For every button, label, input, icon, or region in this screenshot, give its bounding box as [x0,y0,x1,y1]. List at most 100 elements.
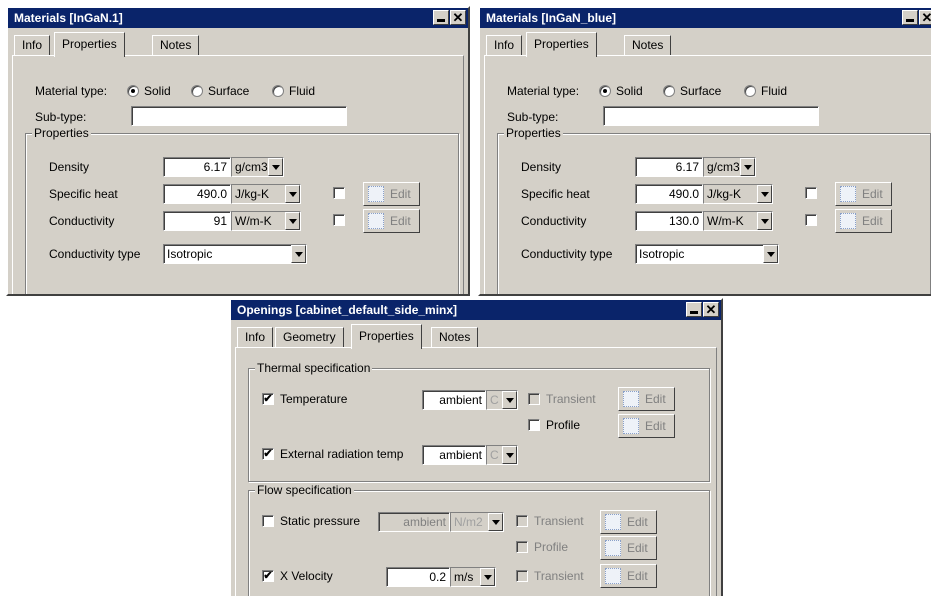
conductivity-input[interactable]: 91 [163,211,231,231]
chevron-down-icon[interactable] [480,568,495,586]
chevron-down-icon[interactable] [291,245,306,263]
specific-heat-unit-select[interactable]: J/kg-K [231,184,301,204]
conductivity-label: Conductivity [49,214,115,228]
conductivity-unit-select[interactable]: W/m-K [231,211,301,231]
ext-rad-unit: C [490,448,499,462]
conductivity-edit-button[interactable]: Edit [835,209,892,233]
subtype-input[interactable] [131,106,347,126]
radio-surface[interactable] [663,85,675,97]
temperature-profile-edit-button[interactable]: Edit [618,414,675,438]
temperature-transient-edit-button[interactable]: Edit [618,387,675,411]
tab-properties[interactable]: Properties [526,32,597,57]
close-icon[interactable]: ✕ [450,10,466,25]
temperature-transient-checkbox[interactable] [528,393,540,405]
materials-window-ingan-blue: Materials [InGaN_blue] ✕ Info Properties… [478,6,931,296]
ext-rad-checkbox[interactable]: ✔ [262,448,274,460]
static-pressure-profile-edit-button[interactable]: Edit [600,536,657,560]
title-bar[interactable]: Materials [InGaN_blue] ✕ [480,8,931,28]
close-icon[interactable]: ✕ [919,10,931,25]
close-icon[interactable]: ✕ [703,302,719,317]
minimize-icon[interactable] [433,10,449,25]
static-pressure-transient-edit-button[interactable]: Edit [600,510,657,534]
chevron-down-icon[interactable] [268,158,283,176]
chevron-down-icon[interactable] [502,391,517,409]
conductivity-edit-button[interactable]: Edit [363,209,420,233]
tab-notes[interactable]: Notes [152,35,200,56]
chevron-down-icon[interactable] [740,158,755,176]
density-unit-select[interactable]: g/cm3 [703,157,756,177]
radio-solid[interactable] [599,85,611,97]
tab-info[interactable]: Info [237,327,274,348]
density-unit-select[interactable]: g/cm3 [231,157,284,177]
chevron-down-icon[interactable] [502,446,517,464]
temperature-unit-select[interactable]: C [486,390,518,410]
title-bar[interactable]: Openings [cabinet_default_side_minx] ✕ [231,300,721,320]
xvelocity-input[interactable]: 0.2 [386,567,450,587]
properties-panel: Material type: Solid Surface Fluid Sub-t… [484,55,931,294]
xvelocity-transient-checkbox[interactable] [516,570,528,582]
static-pressure-input[interactable]: ambient [378,512,450,532]
xvelocity-checkbox[interactable]: ✔ [262,570,274,582]
conductivity-type-value: Isotropic [639,247,685,261]
static-pressure-transient-checkbox[interactable] [516,515,528,527]
tab-info[interactable]: Info [486,35,523,56]
specific-heat-edit-button[interactable]: Edit [835,182,892,206]
radio-fluid[interactable] [272,85,284,97]
title-bar[interactable]: Materials [InGaN.1] ✕ [8,8,468,28]
radio-surface[interactable] [191,85,203,97]
static-pressure-checkbox[interactable] [262,515,274,527]
static-pressure-unit-select[interactable]: N/m2 [450,512,504,532]
window-title: Materials [InGaN.1] [14,11,123,25]
specific-heat-checkbox[interactable] [333,187,345,199]
specific-heat-label: Specific heat [521,187,590,201]
chevron-down-icon[interactable] [285,185,300,203]
minimize-icon[interactable] [686,302,702,317]
xvelocity-unit: m/s [454,570,474,584]
subtype-input[interactable] [603,106,819,126]
conductivity-unit-select[interactable]: W/m-K [703,211,773,231]
ext-rad-input[interactable]: ambient [422,445,486,465]
chevron-down-icon[interactable] [763,245,778,263]
edit-label: Edit [645,392,666,406]
minimize-icon[interactable] [902,10,918,25]
specific-heat-edit-button[interactable]: Edit [363,182,420,206]
conductivity-checkbox[interactable] [805,214,817,226]
density-input[interactable]: 6.17 [163,157,231,177]
chevron-down-icon[interactable] [285,212,300,230]
chevron-down-icon[interactable] [757,185,772,203]
density-input[interactable]: 6.17 [635,157,703,177]
temperature-checkbox[interactable]: ✔ [262,393,274,405]
specific-heat-input[interactable]: 490.0 [635,184,703,204]
specific-heat-unit: J/kg-K [235,187,270,201]
tab-properties[interactable]: Properties [351,324,422,349]
flow-group-title: Flow specification [255,483,354,497]
radio-solid-label: Solid [144,84,171,98]
tab-geometry[interactable]: Geometry [275,327,344,348]
specific-heat-checkbox[interactable] [805,187,817,199]
tab-info[interactable]: Info [14,35,51,56]
tab-properties[interactable]: Properties [54,32,125,57]
temperature-input[interactable]: ambient [422,390,486,410]
edit-icon [368,186,384,202]
edit-label: Edit [627,541,648,555]
specific-heat-input[interactable]: 490.0 [163,184,231,204]
conductivity-checkbox[interactable] [333,214,345,226]
conductivity-type-label: Conductivity type [521,247,613,261]
static-pressure-profile-checkbox[interactable] [516,541,528,553]
chevron-down-icon[interactable] [757,212,772,230]
radio-fluid[interactable] [744,85,756,97]
conductivity-type-select[interactable]: Isotropic [163,244,307,264]
conductivity-input[interactable]: 130.0 [635,211,703,231]
temperature-profile-checkbox[interactable] [528,419,540,431]
edit-icon [623,418,639,434]
radio-solid[interactable] [127,85,139,97]
tab-notes[interactable]: Notes [431,327,479,348]
xvelocity-unit-select[interactable]: m/s [450,567,496,587]
specific-heat-unit: J/kg-K [707,187,742,201]
conductivity-type-select[interactable]: Isotropic [635,244,779,264]
ext-rad-unit-select[interactable]: C [486,445,518,465]
tab-notes[interactable]: Notes [624,35,672,56]
chevron-down-icon[interactable] [488,513,503,531]
xvelocity-transient-edit-button[interactable]: Edit [600,564,657,588]
specific-heat-unit-select[interactable]: J/kg-K [703,184,773,204]
